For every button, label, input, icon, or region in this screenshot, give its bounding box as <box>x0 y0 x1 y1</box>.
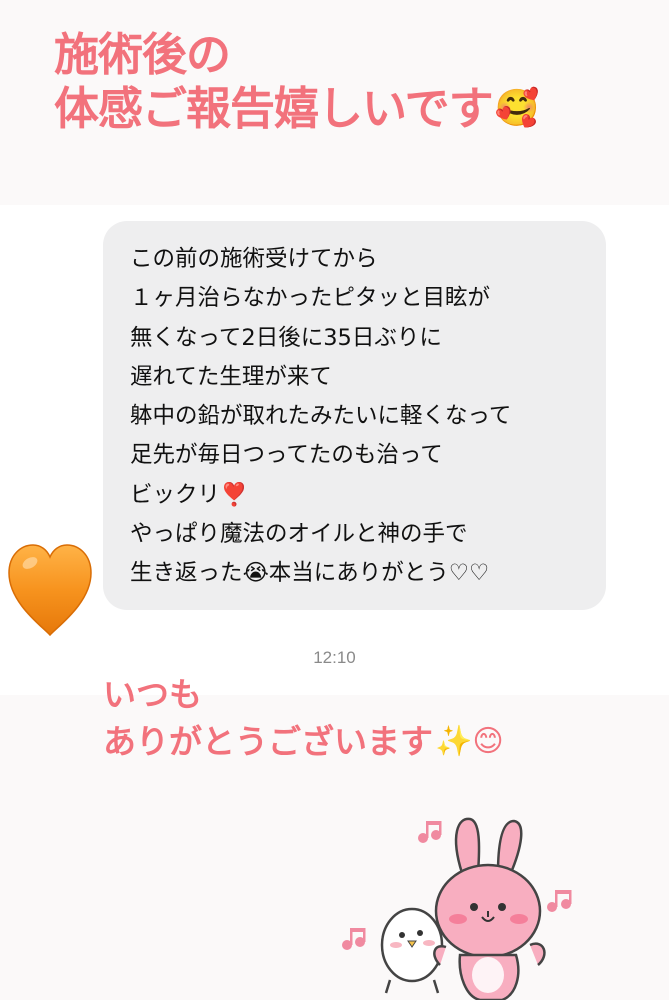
message-timestamp: 12:10 <box>313 648 356 667</box>
thanks-caption-line-1: いつも <box>103 675 202 714</box>
thanks-caption-line-2-text: ありがとうございます <box>103 722 433 761</box>
smiling-face-with-hearts-icon: 🥰 <box>494 88 540 129</box>
page: 施術後の 体感ご報告嬉しいです🥰 この前の施術受けてから １ヶ月治らなかったピタ… <box>0 0 669 1000</box>
music-note-icon <box>547 890 572 912</box>
message-line: この前の施術受けてから <box>130 246 378 272</box>
message-line: 生き返った😭本当にありがとう♡♡ <box>130 560 490 587</box>
message-bubble[interactable]: この前の施術受けてから １ヶ月治らなかったピタッと目眩が 無くなって2日後に35… <box>103 221 606 610</box>
thanks-caption-line-2: ありがとうございます✨😊 <box>103 718 663 765</box>
sparkles-smile-icon: ✨😊 <box>435 724 504 759</box>
chat-screenshot: この前の施術受けてから １ヶ月治らなかったピタッと目眩が 無くなって2日後に35… <box>0 205 669 695</box>
header-title-line-2: 体感ご報告嬉しいです🥰 <box>54 82 654 136</box>
music-note-icon <box>418 821 442 843</box>
message-line: 躰中の鉛が取れたみたいに軽くなって <box>130 403 512 430</box>
header-title-line-2-text: 体感ご報告嬉しいです <box>54 82 494 135</box>
message-line: １ヶ月治らなかったピタッと目眩が <box>130 285 491 312</box>
header-title-line-1: 施術後の <box>54 28 231 81</box>
rabbit-icon <box>433 817 546 1000</box>
message-line: 無くなって2日後に35日ぶりに <box>130 324 442 351</box>
bird-icon <box>380 907 444 994</box>
message-line: ビックリ❣️ <box>130 481 249 508</box>
rabbit-and-bird-sticker <box>342 817 572 1000</box>
orange-heart-icon[interactable] <box>5 539 95 639</box>
message-line: 足先が毎日つってたのも治って <box>130 442 443 469</box>
music-note-icon <box>342 928 366 950</box>
thanks-caption: いつも ありがとうございます✨😊 <box>103 671 663 765</box>
header-title: 施術後の 体感ご報告嬉しいです🥰 <box>54 28 654 136</box>
message-line: 遅れてた生理が来て <box>130 363 332 390</box>
message-line: やっぱり魔法のオイルと神の手で <box>130 521 468 548</box>
